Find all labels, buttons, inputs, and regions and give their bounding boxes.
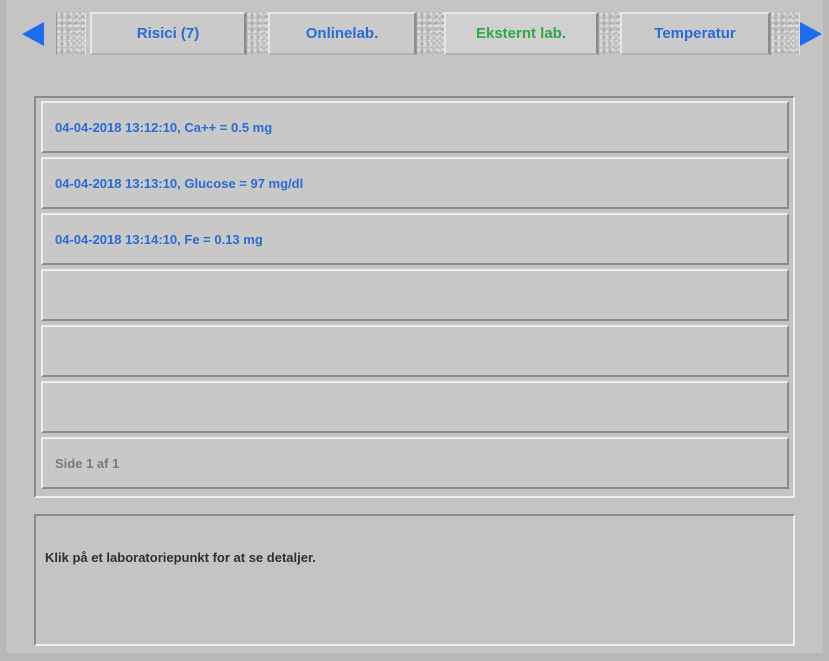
tab-eksternt-lab[interactable]: Eksternt lab. [444, 12, 598, 55]
empty-row [41, 325, 789, 377]
lab-screen: Risici (7) Onlinelab. Eksternt lab. Temp… [0, 0, 829, 661]
tab-temperatur[interactable]: Temperatur [620, 12, 770, 55]
tab-strip: Risici (7) Onlinelab. Eksternt lab. Temp… [6, 0, 823, 58]
lab-results-list: 04-04-2018 13:12:10, Ca++ = 0.5 mg 04-04… [34, 96, 795, 498]
lab-result-row[interactable]: 04-04-2018 13:12:10, Ca++ = 0.5 mg [41, 101, 789, 153]
tab-separator [416, 12, 446, 55]
details-panel: Klik på et laboratoriepunkt for at se de… [34, 514, 795, 646]
lab-result-row[interactable]: 04-04-2018 13:14:10, Fe = 0.13 mg [41, 213, 789, 265]
lab-result-row[interactable]: 04-04-2018 13:13:10, Glucose = 97 mg/dl [41, 157, 789, 209]
details-hint: Klik på et laboratoriepunkt for at se de… [45, 550, 316, 565]
tab-onlinelab[interactable]: Onlinelab. [268, 12, 416, 55]
empty-row [41, 269, 789, 321]
tab-risici[interactable]: Risici (7) [90, 12, 246, 55]
empty-row [41, 381, 789, 433]
tab-separator [56, 12, 86, 55]
page-indicator: Side 1 af 1 [41, 437, 789, 489]
arrow-left-icon[interactable] [14, 14, 54, 54]
arrow-right-icon[interactable] [790, 14, 829, 54]
